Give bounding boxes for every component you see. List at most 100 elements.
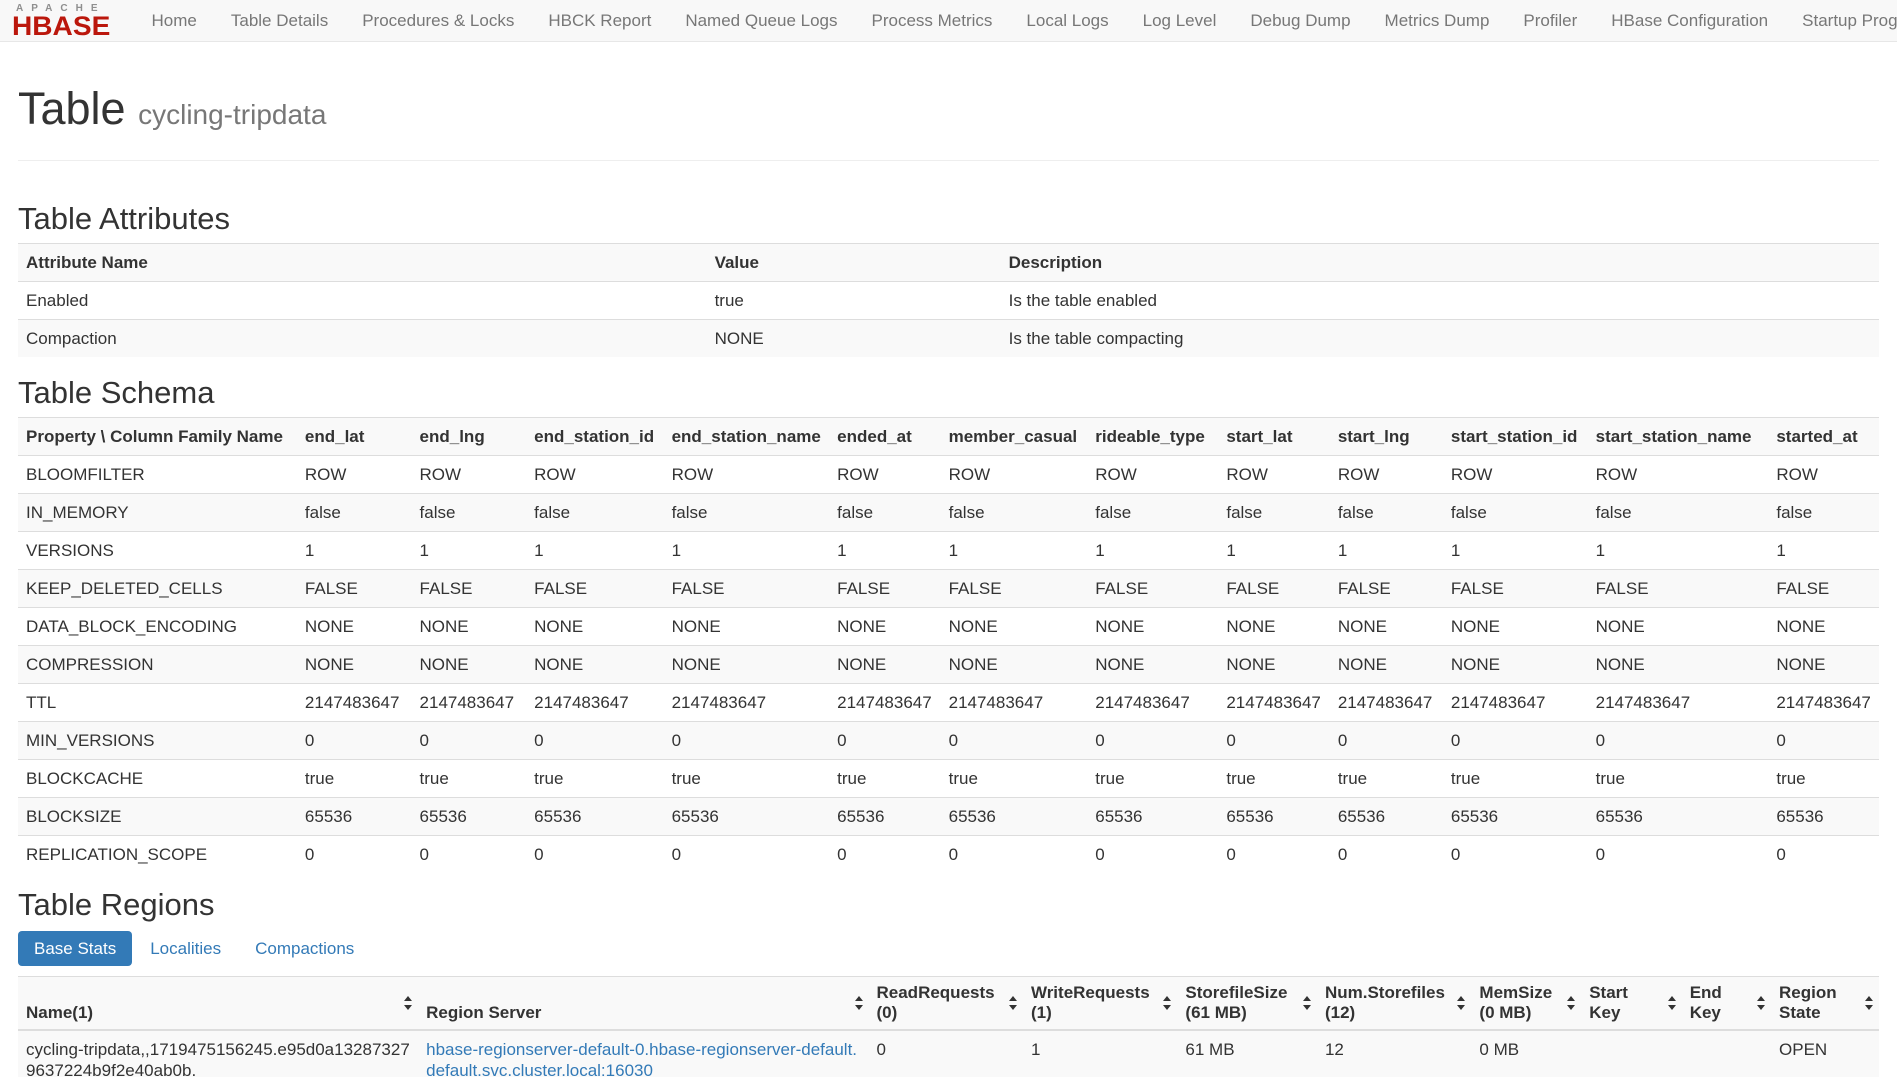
schema-property-value: 0: [1087, 722, 1218, 760]
schema-property-value: ROW: [297, 456, 412, 494]
schema-header-row: Property \ Column Family Nameend_latend_…: [18, 418, 1879, 456]
regions-column-label: MemSize (0 MB): [1479, 983, 1552, 1022]
schema-property-value: FALSE: [664, 570, 830, 608]
schema-property-value: FALSE: [829, 570, 940, 608]
sort-icon[interactable]: [1009, 996, 1018, 1010]
regions-column-header-memsize-0-mb[interactable]: MemSize (0 MB): [1471, 977, 1581, 1031]
sort-icon[interactable]: [1865, 996, 1874, 1010]
schema-family-header-start-station-id: start_station_id: [1443, 418, 1588, 456]
nav-item-procedures-locks[interactable]: Procedures & Locks: [345, 0, 531, 41]
schema-property-value: 2147483647: [664, 684, 830, 722]
schema-property-value: ROW: [1218, 456, 1329, 494]
schema-property-name: TTL: [18, 684, 297, 722]
schema-property-value: NONE: [664, 608, 830, 646]
schema-row-data-block-encoding: DATA_BLOCK_ENCODINGNONENONENONENONENONEN…: [18, 608, 1879, 646]
schema-property-name: KEEP_DELETED_CELLS: [18, 570, 297, 608]
schema-property-value: 65536: [1330, 798, 1443, 836]
regions-column-header-start-key[interactable]: Start Key: [1581, 977, 1681, 1031]
sort-icon[interactable]: [1163, 996, 1172, 1010]
nav-item-debug-dump[interactable]: Debug Dump: [1233, 0, 1367, 41]
schema-family-header-end-lng: end_lng: [412, 418, 527, 456]
sort-icon[interactable]: [1457, 996, 1466, 1010]
schema-family-header-end-station-id: end_station_id: [526, 418, 663, 456]
schema-property-value: ROW: [412, 456, 527, 494]
sort-icon[interactable]: [1303, 996, 1312, 1010]
schema-property-value: 65536: [829, 798, 940, 836]
regions-column-header-num-storefiles-12[interactable]: Num.Storefiles (12): [1317, 977, 1471, 1031]
schema-property-value: 1: [1588, 532, 1769, 570]
schema-property-value: 0: [412, 722, 527, 760]
nav-item-local-logs[interactable]: Local Logs: [1009, 0, 1125, 41]
schema-heading: Table Schema: [18, 375, 1879, 411]
region-server-link[interactable]: hbase-regionserver-default-0.hbase-regio…: [426, 1040, 857, 1077]
schema-property-value: false: [526, 494, 663, 532]
tab-link-base-stats[interactable]: Base Stats: [18, 931, 132, 966]
schema-property-value: 0: [1768, 836, 1879, 874]
sort-icon[interactable]: [1668, 996, 1677, 1010]
schema-property-value: 0: [1330, 836, 1443, 874]
tab-link-localities[interactable]: Localities: [134, 931, 237, 966]
schema-property-value: 2147483647: [526, 684, 663, 722]
schema-property-value: FALSE: [412, 570, 527, 608]
nav-item-startup-progress[interactable]: Startup Progress: [1785, 0, 1897, 41]
hbase-logo[interactable]: APACHE HBASE: [12, 3, 107, 39]
nav-item-hbck-report[interactable]: HBCK Report: [531, 0, 668, 41]
tab-localities: Localities: [134, 931, 237, 966]
regions-column-header-name-1[interactable]: Name(1): [18, 977, 418, 1031]
sort-icon[interactable]: [1757, 996, 1766, 1010]
regions-column-header-readrequests-0[interactable]: ReadRequests (0): [869, 977, 1023, 1031]
schema-property-value: 2147483647: [412, 684, 527, 722]
sort-icon[interactable]: [1567, 996, 1576, 1010]
nav-item-table-details[interactable]: Table Details: [214, 0, 345, 41]
schema-property-value: NONE: [664, 646, 830, 684]
regions-column-header-region-state[interactable]: Region State: [1771, 977, 1879, 1031]
schema-property-value: NONE: [941, 646, 1088, 684]
regions-column-header-region-server[interactable]: Region Server: [418, 977, 868, 1031]
page-content: Table cycling-tripdata Table Attributes …: [0, 84, 1897, 1077]
schema-property-value: true: [1588, 760, 1769, 798]
regions-column-header-writerequests-1[interactable]: WriteRequests (1): [1023, 977, 1177, 1031]
attributes-header-row: Attribute NameValueDescription: [18, 244, 1879, 282]
attributes-table: Attribute NameValueDescriptionEnabledtru…: [18, 243, 1879, 357]
sort-icon[interactable]: [855, 996, 864, 1010]
regions-column-header-end-key[interactable]: End Key: [1682, 977, 1771, 1031]
regions-column-label: Region Server: [426, 1003, 541, 1022]
nav-item-hbase-configuration[interactable]: HBase Configuration: [1594, 0, 1785, 41]
nav-item-metrics-dump[interactable]: Metrics Dump: [1368, 0, 1507, 41]
schema-property-value: 1: [941, 532, 1088, 570]
schema-property-value: 1: [1087, 532, 1218, 570]
schema-property-value: ROW: [1588, 456, 1769, 494]
schema-property-value: 0: [829, 722, 940, 760]
nav-item-log-level[interactable]: Log Level: [1126, 0, 1234, 41]
schema-property-value: ROW: [664, 456, 830, 494]
schema-property-value: 65536: [412, 798, 527, 836]
schema-property-value: 1: [526, 532, 663, 570]
nav-list-item: Home: [135, 0, 214, 41]
schema-property-value: 2147483647: [1768, 684, 1879, 722]
schema-property-value: true: [1330, 760, 1443, 798]
schema-property-name: VERSIONS: [18, 532, 297, 570]
attribute-row: EnabledtrueIs the table enabled: [18, 282, 1879, 320]
schema-property-value: true: [1087, 760, 1218, 798]
schema-property-value: true: [526, 760, 663, 798]
sort-icon[interactable]: [404, 996, 413, 1010]
schema-property-value: true: [297, 760, 412, 798]
schema-property-value: NONE: [1768, 608, 1879, 646]
schema-family-header-start-lat: start_lat: [1218, 418, 1329, 456]
schema-family-header-started-at: started_at: [1768, 418, 1879, 456]
nav-item-home[interactable]: Home: [135, 0, 214, 41]
nav-item-profiler[interactable]: Profiler: [1506, 0, 1594, 41]
nav-item-named-queue-logs[interactable]: Named Queue Logs: [668, 0, 854, 41]
schema-property-value: 2147483647: [297, 684, 412, 722]
schema-property-value: false: [1218, 494, 1329, 532]
schema-property-value: NONE: [1588, 608, 1769, 646]
nav-list-item: Log Level: [1126, 0, 1234, 41]
schema-property-value: false: [1588, 494, 1769, 532]
regions-column-header-storefilesize-61-mb[interactable]: StorefileSize (61 MB): [1177, 977, 1317, 1031]
schema-property-value: NONE: [297, 608, 412, 646]
region-read-requests-cell: 0: [869, 1030, 1023, 1077]
nav-item-process-metrics[interactable]: Process Metrics: [854, 0, 1009, 41]
tab-link-compactions[interactable]: Compactions: [239, 931, 370, 966]
regions-column-label: End Key: [1690, 983, 1722, 1022]
schema-property-value: 0: [1588, 722, 1769, 760]
